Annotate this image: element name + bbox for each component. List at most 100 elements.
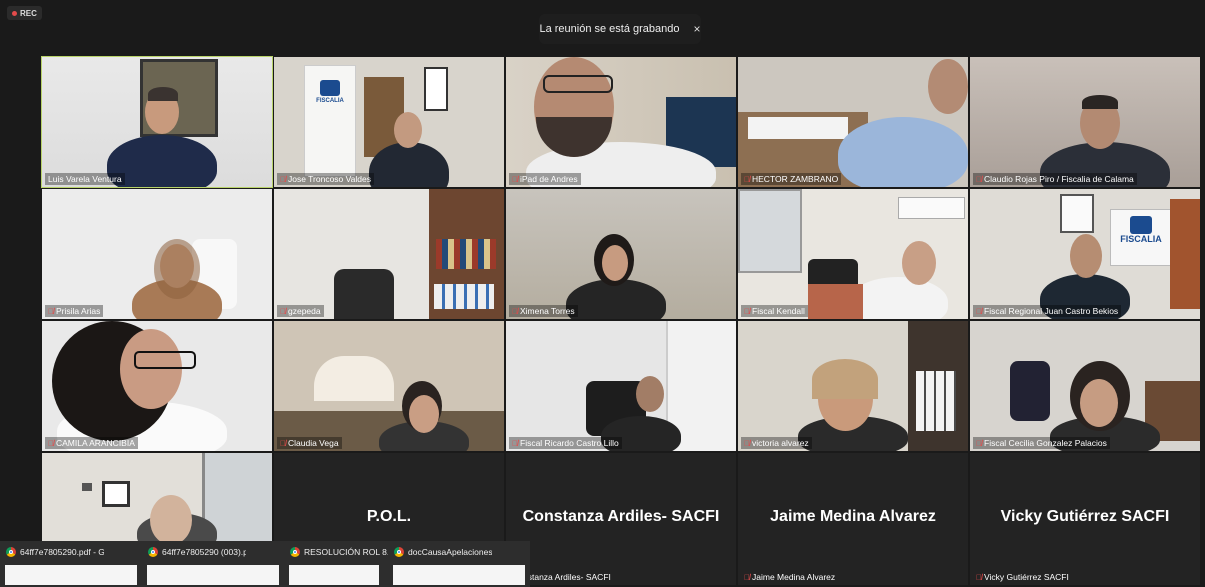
video-feed: [970, 321, 1200, 451]
video-feed: [42, 321, 272, 451]
participant-label: 🎙̸ Fiscal Ricardo Castro Lillo: [509, 437, 622, 449]
video-feed: [506, 321, 736, 451]
video-tile[interactable]: Jaime Medina Alvarez 🎙̸ Jaime Medina Alva…: [738, 453, 968, 585]
window-thumbnail: [147, 565, 279, 585]
mic-muted-icon: 🎙̸: [976, 572, 982, 582]
mic-muted-icon: 🎙̸: [744, 174, 750, 184]
participant-head: [902, 241, 936, 285]
record-dot-icon: [12, 10, 17, 16]
video-feed: [738, 189, 968, 319]
bookshelf: [1170, 199, 1200, 309]
video-feed: [42, 453, 272, 545]
video-tile[interactable]: FISCALIA 🎙̸ Jose Troncoso Valdes: [274, 57, 504, 187]
mic-muted-icon: 🎙̸: [280, 306, 286, 316]
video-tile[interactable]: 🎙̸ victoria alvarez: [738, 321, 968, 451]
mic-muted-icon: 🎙̸: [280, 438, 286, 448]
recording-notice: La reunión se está grabando ×: [539, 14, 701, 44]
taskbar-window[interactable]: RESOLUCIÓN ROL 8...: [286, 545, 388, 585]
taskbar-preview: 64ff7e7805290.pdf - Google Chr... 64ff7e…: [0, 541, 530, 587]
chair: [1010, 361, 1050, 421]
mic-muted-icon: 🎙̸: [280, 174, 286, 184]
close-icon[interactable]: ×: [694, 22, 701, 36]
mic-muted-icon: 🎙̸: [976, 174, 982, 184]
participant-head: [636, 376, 664, 412]
video-tile[interactable]: 🎙̸ Ximena Torres: [506, 189, 736, 319]
taskbar-window[interactable]: 64ff7e7805290 (003).pdf - Goog...: [144, 545, 279, 585]
participant-body: [838, 117, 968, 187]
participant-label: nstanza Ardiles- SACFI: [523, 572, 611, 582]
participant-label: 🎙̸ Ximena Torres: [509, 305, 578, 317]
video-tile[interactable]: 🎙̸ Fiscal Cecilia Gonzalez Palacios: [970, 321, 1200, 451]
video-tile[interactable]: 🎙̸ Fiscal Ricardo Castro Lillo: [506, 321, 736, 451]
participant-label: 🎙̸ Vicky Gutiérrez SACFI: [976, 572, 1069, 582]
participant-label: 🎙̸ Jaime Medina Alvarez: [744, 572, 836, 582]
taskbar-window[interactable]: 64ff7e7805290.pdf - Google Chr...: [2, 545, 137, 585]
chrome-icon: [6, 547, 16, 557]
window-thumbnail: [289, 565, 379, 585]
taskbar-window[interactable]: docCausaApelaciones.php - Go...: [390, 545, 525, 585]
window-thumbnail: [5, 565, 137, 585]
recording-notice-text: La reunión se está grabando: [539, 23, 680, 35]
mic-muted-icon: 🎙̸: [512, 438, 518, 448]
video-feed: [738, 57, 968, 187]
chrome-icon: [148, 547, 158, 557]
participant-name-placeholder: Jaime Medina Alvarez: [770, 508, 936, 525]
video-tile[interactable]: Luis Varela Ventura: [41, 56, 273, 188]
mic-muted-icon: 🎙̸: [976, 438, 982, 448]
window: [314, 356, 394, 401]
mic-muted-icon: 🎙̸: [512, 306, 518, 316]
participant-label: 🎙̸ Fiscal Kendall: [741, 305, 808, 317]
participant-label: 🎙̸ Jose Troncoso Valdes: [277, 173, 374, 185]
chrome-icon: [290, 547, 300, 557]
video-tile[interactable]: 🎙̸ gzepeda: [274, 189, 504, 319]
chair: [334, 269, 394, 319]
participant-head: [1070, 234, 1102, 278]
video-tile[interactable]: 🎙̸ HECTOR ZAMBRANO: [738, 57, 968, 187]
video-feed: [42, 57, 272, 187]
video-tile[interactable]: 🎙̸ iPad de Andres: [506, 57, 736, 187]
participant-head: [928, 59, 968, 114]
video-tile[interactable]: 🎙̸ Claudio Rojas Piro / Fiscalia de Calam…: [970, 57, 1200, 187]
participant-label: 🎙̸ iPad de Andres: [509, 173, 581, 185]
video-tile[interactable]: FISCALIA 🎙̸ Fiscal Regional Juan Castro B…: [970, 189, 1200, 319]
participant-label: 🎙̸ Claudio Rojas Piro / Fiscalia de Calam…: [973, 173, 1137, 185]
video-feed: [42, 189, 272, 319]
video-tile[interactable]: Constanza Ardiles- SACFI nstanza Ardiles…: [506, 453, 736, 585]
mic-muted-icon: 🎙̸: [512, 174, 518, 184]
mic-muted-icon: 🎙̸: [48, 306, 54, 316]
participant-name-placeholder: Vicky Gutiérrez SACFI: [1000, 508, 1170, 525]
participant-label: 🎙̸ Claudia Vega: [277, 437, 342, 449]
window-thumbnail: [393, 565, 525, 585]
mic-muted-icon: 🎙̸: [976, 306, 982, 316]
video-tile[interactable]: 🎙̸ Prisila Arias: [42, 189, 272, 319]
participant-label: 🎙̸ victoria alvarez: [741, 437, 812, 449]
participant-label: Luis Varela Ventura: [45, 173, 125, 185]
video-feed: [274, 189, 504, 319]
participant-label: 🎙̸ CAMILA ARANCIBIA: [45, 437, 138, 449]
video-tile[interactable]: 🎙̸ Fiscal Kendall: [738, 189, 968, 319]
participant-name-placeholder: P.O.L.: [366, 508, 412, 525]
participant-head: [150, 495, 192, 545]
fiscalia-banner: FISCALIA: [1110, 209, 1172, 266]
video-feed: [506, 57, 736, 187]
participant-body: [848, 277, 948, 319]
participant-label: 🎙̸ Fiscal Regional Juan Castro Bekios: [973, 305, 1122, 317]
recording-badge-label: REC: [20, 8, 37, 18]
video-feed: [506, 189, 736, 319]
participant-name-placeholder: Constanza Ardiles- SACFI: [522, 508, 720, 525]
fiscalia-banner: FISCALIA: [304, 65, 356, 177]
participant-label: 🎙̸ gzepeda: [277, 305, 324, 317]
participant-label: 🎙̸ Prisila Arias: [45, 305, 104, 317]
video-tile[interactable]: 🎙̸ Claudia Vega: [274, 321, 504, 451]
mic-muted-icon: 🎙̸: [744, 306, 750, 316]
video-feed: FISCALIA: [970, 189, 1200, 319]
participant-head: [394, 112, 422, 148]
participant-label: 🎙̸ HECTOR ZAMBRANO: [741, 173, 842, 185]
video-tile[interactable]: [42, 453, 272, 545]
video-feed: FISCALIA: [274, 57, 504, 187]
video-tile[interactable]: Vicky Gutiérrez SACFI 🎙̸ Vicky Gutiérrez …: [970, 453, 1200, 585]
video-tile[interactable]: 🎙̸ CAMILA ARANCIBIA: [42, 321, 272, 451]
participant-label: 🎙̸ Fiscal Cecilia Gonzalez Palacios: [973, 437, 1110, 449]
window: [738, 189, 802, 273]
chrome-icon: [394, 547, 404, 557]
